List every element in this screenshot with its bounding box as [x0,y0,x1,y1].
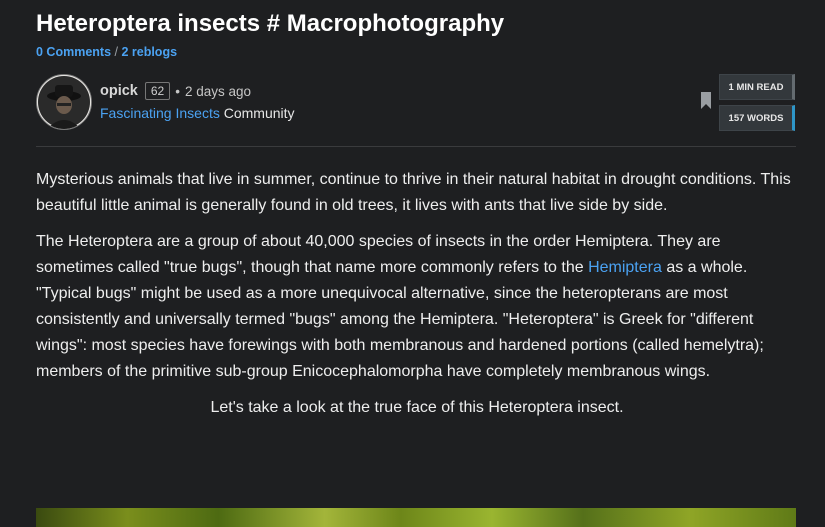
time-separator: • [175,83,180,99]
post-body: Mysterious animals that live in summer, … [36,167,798,431]
avatar-image [37,75,91,129]
reputation-badge: 62 [144,82,171,100]
paragraph-2-text-end: as a whole. "Typical bugs" might be used… [36,259,764,380]
reblogs-link[interactable]: 2 reblogs [121,45,177,59]
header-divider [36,146,796,147]
hemiptera-link[interactable]: Hemiptera [588,259,662,276]
paragraph-3: Let's take a look at the true face of th… [210,399,624,416]
post-meta-links: 0 Comments / 2 reblogs [36,45,177,59]
word-count-badge: 157 WORDS [719,105,795,131]
paragraph-1: Mysterious animals that live in summer, … [36,171,791,214]
comments-link[interactable]: 0 Comments [36,45,111,59]
community-link[interactable]: Fascinating Insects [100,105,220,121]
community-suffix: Community [219,105,295,121]
paragraph-2: The Heteroptera are a group of about 40,… [36,229,798,385]
community-line: Fascinating Insects Community [100,105,295,121]
post-time: 2 days ago [184,83,252,99]
read-time-badge: 1 MIN READ [719,74,795,100]
insect-photo [36,508,796,527]
post-title: Heteroptera insects # Macrophotography [36,10,505,37]
author-line: opick 62 • 2 days ago [100,82,251,100]
author-name[interactable]: opick [100,83,138,99]
meta-separator: / [111,45,122,59]
bookmark-icon[interactable] [700,92,712,110]
avatar[interactable] [36,74,92,130]
